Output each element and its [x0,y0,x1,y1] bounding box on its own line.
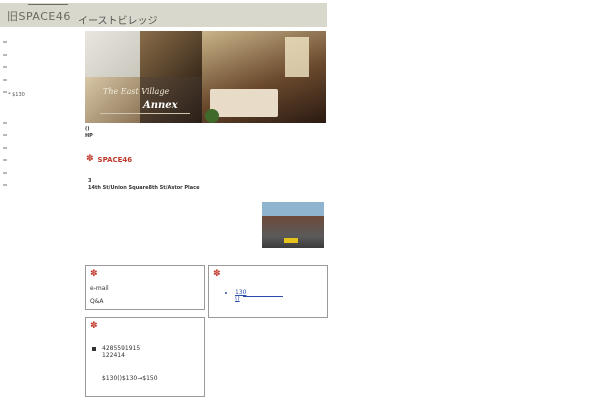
nav-item-3[interactable] [3,61,63,74]
bullet-icon [3,159,7,162]
price-text: $130()$130→$150 [102,375,158,382]
hero-photo-room-2 [140,31,202,77]
hero-plant [205,109,219,123]
info-line-2: HP [85,133,93,139]
hero-caption-divider [100,113,190,114]
sidebar-price-note: * $130 [8,92,25,98]
site-logo[interactable]: 旧SPACE46 [7,4,71,24]
bullet-icon [3,78,7,81]
flower-icon: ✽ [90,269,98,279]
nav-item-2[interactable] [3,49,63,62]
phone-box: ✽ 4285591915 122414 $130()$130→$150 [85,317,205,397]
square-bullet-icon [92,347,96,351]
bullet-icon [3,53,7,56]
nav-item-4[interactable] [3,74,63,87]
phone-2: 122414 [102,352,125,359]
bullet-icon [3,184,7,187]
link-underline [243,296,283,297]
nav-item-7[interactable] [3,129,63,142]
sidebar-nav [3,36,63,192]
contact-box: ✽ e-mail Q&A [85,265,205,310]
hero-window [285,37,309,77]
page-title: イーストビレッジ [78,16,158,27]
bullet-icon [3,171,7,174]
phone-1: 4285591915 [102,345,141,352]
qa-link[interactable]: Q&A [90,298,104,305]
section-heading: ✽ SPACE46 [86,155,132,164]
email-link[interactable]: e-mail [90,285,109,292]
section-title: SPACE46 [97,155,133,164]
hero-caption-line2: Annex [143,100,178,111]
hero-photo-room-1 [85,31,140,77]
logo-text: 旧SPACE46 [7,10,71,23]
address-line-1: 3 [88,178,92,184]
links-box: ✽ 130 () [208,265,328,318]
bullet-icon [3,66,7,69]
hero-caption-line1: The East Village [103,87,170,96]
address-block: 3 14th St/Union Square8th St/Astor Place [88,178,199,192]
logo-roof-icon [25,4,69,11]
bullet-icon [3,134,7,137]
street-photo [262,202,324,248]
bullet-icon [3,41,7,44]
flower-icon: ✽ [213,269,221,279]
nav-item-11[interactable] [3,179,63,192]
site-header: 旧SPACE46 イーストビレッジ [0,3,327,27]
nav-item-9[interactable] [3,154,63,167]
info-line-1: () [85,126,90,132]
bullet-icon [3,91,7,94]
hero-photo-collage [85,31,326,123]
nav-item-1[interactable] [3,36,63,49]
address-line-2: 14th St/Union Square8th St/Astor Place [88,185,200,191]
bullet-icon [3,121,7,124]
hero-photo-room-3 [85,77,140,123]
flower-icon: ✽ [86,154,94,164]
taxi-shape [284,238,298,243]
nav-item-6[interactable] [3,117,63,130]
nav-item-8[interactable] [3,142,63,155]
bullet-icon [3,146,7,149]
phone-numbers: 4285591915 122414 [102,345,140,359]
flower-icon: ✽ [90,321,98,331]
hero-bed [210,89,278,117]
info-text: () HP [85,126,93,140]
nav-item-10[interactable] [3,167,63,180]
